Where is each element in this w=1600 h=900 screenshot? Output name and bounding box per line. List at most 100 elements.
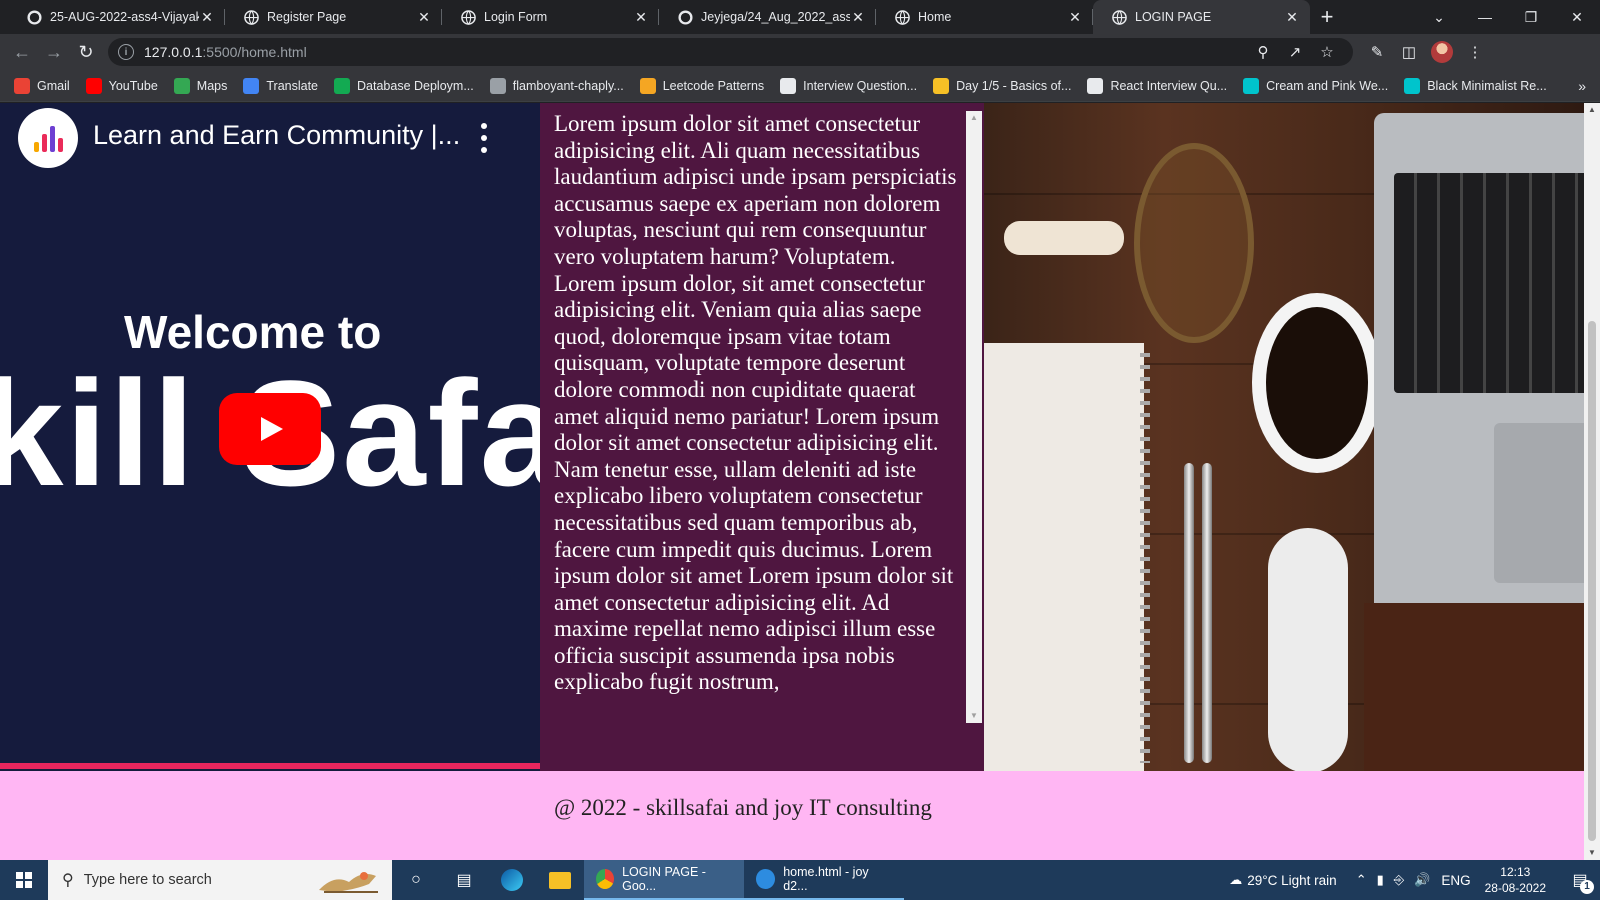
tab-title: Register Page — [267, 10, 347, 24]
site-info-icon[interactable]: i — [118, 44, 134, 60]
language-indicator[interactable]: ENG — [1441, 873, 1470, 888]
close-tab-icon[interactable]: ✕ — [850, 9, 866, 25]
page-scroll-thumb[interactable] — [1588, 321, 1596, 841]
search-highlight-icon — [319, 872, 378, 893]
cortana-icon[interactable]: ○ — [392, 860, 440, 900]
bookmark-favicon-icon — [639, 77, 656, 94]
address-bar[interactable]: i 127.0.0.1:5500/home.html ⚲ ↗ ☆ — [108, 38, 1353, 66]
close-tab-icon[interactable]: ✕ — [1067, 9, 1083, 25]
back-button[interactable]: ← — [6, 36, 38, 68]
browser-tab[interactable]: Login Form ✕ — [442, 0, 659, 34]
bookmark-item[interactable]: YouTube — [85, 77, 158, 94]
chrome-icon — [596, 869, 615, 889]
bookmark-label: YouTube — [108, 78, 158, 93]
profile-avatar[interactable] — [1431, 41, 1453, 63]
bookmark-item[interactable]: Black Minimalist Re... — [1404, 77, 1547, 94]
forward-button[interactable]: → — [38, 36, 70, 68]
bookmark-item[interactable]: Leetcode Patterns — [639, 77, 765, 94]
close-window-button[interactable]: ✕ — [1554, 9, 1600, 26]
youtube-play-button[interactable] — [219, 393, 321, 465]
bookmark-label: React Interview Qu... — [1110, 78, 1228, 93]
embedded-video[interactable]: Learn and Earn Community |... Welcome to… — [0, 103, 540, 771]
tray-chevron-icon[interactable]: ⌃ — [1356, 872, 1367, 888]
bookmark-item[interactable]: React Interview Qu... — [1087, 77, 1228, 94]
bookmarks-bar: Gmail YouTube Maps Translate Database Deploy… — [0, 70, 1600, 102]
taskbar-app-label: home.html - joy d2... — [783, 865, 869, 893]
start-button[interactable] — [0, 860, 48, 900]
bookmark-label: Interview Question... — [803, 78, 918, 93]
tab-search-icon[interactable]: ⌄ — [1416, 9, 1462, 26]
close-tab-icon[interactable]: ✕ — [1284, 9, 1300, 25]
video-menu-icon[interactable] — [474, 123, 494, 153]
clock[interactable]: 12:13 28-08-2022 — [1485, 864, 1546, 896]
bookmark-item[interactable]: flamboyant-chaply... — [489, 77, 624, 94]
close-tab-icon[interactable]: ✕ — [633, 9, 649, 25]
browser-tab[interactable]: 25-AUG-2022-ass4-Vijayakun✕ — [8, 0, 225, 34]
volume-icon[interactable]: 🔊 — [1414, 872, 1430, 888]
notebook-shape — [984, 343, 1150, 771]
bookmark-item[interactable]: Interview Question... — [780, 77, 918, 94]
file-explorer-icon[interactable] — [536, 860, 584, 900]
search-icon: ⚲ — [62, 872, 74, 889]
notifications-icon[interactable]: ▤ 1 — [1560, 870, 1600, 894]
url-host: 127.0.0.1 — [144, 44, 203, 60]
bookmark-favicon-icon — [1404, 77, 1421, 94]
close-tab-icon[interactable]: ✕ — [199, 9, 215, 25]
browser-tab[interactable]: Home ✕ — [876, 0, 1093, 34]
bookmark-label: flamboyant-chaply... — [512, 78, 624, 93]
side-panel-icon[interactable]: ◫ — [1393, 43, 1425, 61]
url-text[interactable]: 127.0.0.1:5500/home.html — [144, 44, 1247, 60]
close-tab-icon[interactable]: ✕ — [416, 9, 432, 25]
bookmark-item[interactable]: Day 1/5 - Basics of... — [933, 77, 1071, 94]
menu-icon[interactable]: ⋮ — [1459, 43, 1491, 61]
video-title[interactable]: Learn and Earn Community |... — [93, 120, 460, 151]
scroll-down-arrow[interactable]: ▼ — [966, 709, 982, 723]
reload-button[interactable]: ↻ — [70, 36, 102, 68]
globe-icon — [1111, 9, 1127, 25]
lorem-text-box[interactable]: Lorem ipsum dolor sit amet consectetur a… — [554, 111, 984, 723]
scroll-up-arrow[interactable]: ▲ — [966, 111, 982, 125]
page-scroll-down-arrow[interactable]: ▼ — [1584, 846, 1600, 860]
lorem-scrollbar[interactable]: ▲ ▼ — [966, 111, 982, 723]
weather-text[interactable]: 29°C Light rain — [1247, 873, 1336, 888]
battery-icon[interactable]: ▮ — [1377, 872, 1384, 888]
bookmark-item[interactable]: Gmail — [14, 77, 70, 94]
coffee-mug-shape — [1252, 293, 1382, 473]
browser-tab[interactable]: Register Page ✕ — [225, 0, 442, 34]
bookmark-label: Leetcode Patterns — [662, 78, 765, 93]
bookmark-item[interactable]: Cream and Pink We... — [1243, 77, 1388, 94]
browser-tab[interactable]: Jeyjega/24_Aug_2022_ass3_p✕ — [659, 0, 876, 34]
pen-shape — [1202, 463, 1212, 763]
bookmark-label: Database Deploym... — [357, 78, 474, 93]
bookmark-item[interactable]: Maps — [173, 77, 227, 94]
page-scroll-up-arrow[interactable]: ▲ — [1584, 103, 1600, 117]
restore-button[interactable]: ❐ — [1508, 9, 1554, 26]
zoom-icon[interactable]: ⚲ — [1247, 43, 1279, 61]
footer-text: @ 2022 - skillsafai and joy IT consultin… — [554, 795, 932, 820]
page-footer: @ 2022 - skillsafai and joy IT consultin… — [0, 771, 1584, 860]
taskbar-search[interactable]: ⚲ Type here to search — [48, 860, 392, 900]
edge-icon[interactable] — [488, 860, 536, 900]
share-icon[interactable]: ↗ — [1279, 43, 1311, 61]
minimize-button[interactable]: — — [1462, 9, 1508, 25]
task-view-icon[interactable]: ▤ — [440, 860, 488, 900]
page-scrollbar[interactable]: ▲ ▼ — [1584, 103, 1600, 860]
extensions-icon[interactable]: ✎ — [1361, 43, 1393, 61]
new-tab-button[interactable]: + — [1310, 0, 1344, 34]
weather-icon[interactable]: ☁ — [1229, 872, 1242, 888]
mouse-shape — [1268, 528, 1348, 771]
channel-logo[interactable] — [18, 108, 78, 168]
search-placeholder: Type here to search — [83, 872, 212, 888]
browser-tab[interactable]: LOGIN PAGE ✕ — [1093, 0, 1310, 34]
more-bookmarks-icon[interactable]: » — [1578, 78, 1586, 94]
magnifier-shape — [1134, 143, 1254, 343]
bookmark-item[interactable]: Translate — [243, 77, 318, 94]
network-icon[interactable]: ⎆ — [1394, 872, 1404, 888]
windows-logo-icon — [16, 872, 32, 888]
bookmark-item[interactable]: Database Deploym... — [334, 77, 474, 94]
window-controls: ⌄ — ❐ ✕ — [1416, 0, 1600, 34]
taskbar-app-button[interactable]: LOGIN PAGE - Goo... — [584, 860, 744, 900]
bookmark-star-icon[interactable]: ☆ — [1311, 43, 1343, 61]
taskbar-app-button[interactable]: home.html - joy d2... — [744, 860, 904, 900]
video-progress-bar[interactable] — [0, 763, 540, 769]
